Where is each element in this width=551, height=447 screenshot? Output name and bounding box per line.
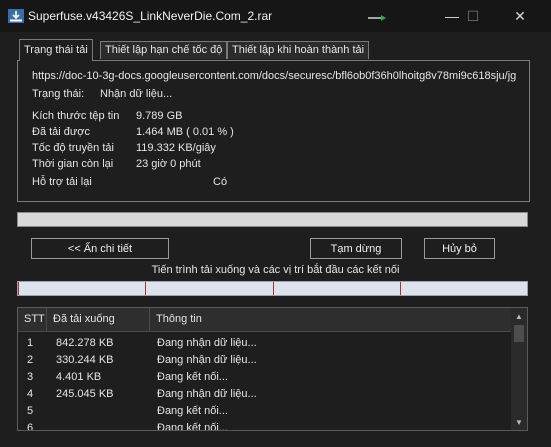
cell-index: 6 <box>27 422 34 431</box>
close-icon: ✕ <box>514 7 526 24</box>
cell-info: Đang kết nối... <box>157 422 228 431</box>
cell-downloaded: 842.278 KB <box>56 337 114 349</box>
connection-segments-bar <box>17 281 528 296</box>
segment-start-marker <box>272 282 274 295</box>
tab-speed-limit[interactable]: Thiết lập hạn chế tốc độ <box>100 41 228 59</box>
idm-app-icon <box>8 9 24 23</box>
scrollbar-thumb[interactable] <box>514 325 524 342</box>
close-button[interactable]: ✕ <box>500 4 540 28</box>
segment-start-marker <box>18 282 19 295</box>
segments-caption: Tiến trình tải xuống và các vị trí bắt đ… <box>151 264 400 276</box>
state-label: Trạng thái: <box>32 88 85 100</box>
downloaded-value: 1.464 MB ( 0.01 % ) <box>136 126 234 138</box>
window-title: Superfuse.v43426S_LinkNeverDie.Com_2.rar <box>28 9 273 23</box>
connections-table: STT Đã tải xuống Thông tin 1 842.278 KB Đa… <box>17 307 528 431</box>
cell-info: Đang kết nối... <box>157 405 228 417</box>
cell-info: Đang nhận dữ liệu... <box>157 354 257 366</box>
table-row[interactable]: 6 Đang kết nối... <box>18 420 511 431</box>
scroll-up-icon[interactable]: ▲ <box>511 308 527 324</box>
maximize-button[interactable]: ☐ <box>453 4 493 28</box>
cell-downloaded: 245.045 KB <box>56 388 114 400</box>
cell-downloaded: 4.401 KB <box>56 371 102 383</box>
download-url: https://doc-10-3g-docs.googleusercontent… <box>32 70 516 82</box>
column-header-index[interactable]: STT <box>18 308 47 331</box>
cell-index: 5 <box>27 405 34 417</box>
transfer-rate-value: 119.332 KB/giây <box>136 142 216 154</box>
state-value: Nhận dữ liệu... <box>100 88 173 100</box>
file-size-label: Kích thước tệp tin <box>32 110 120 122</box>
tab-on-complete[interactable]: Thiết lập khi hoàn thành tải <box>227 41 370 59</box>
cell-index: 2 <box>27 354 34 366</box>
vertical-scrollbar[interactable]: ▲ ▼ <box>511 308 527 430</box>
pause-button[interactable]: Tạm dừng <box>310 238 402 259</box>
table-row[interactable]: 2 330.244 KB Đang nhận dữ liệu... <box>18 352 511 369</box>
overall-progress-bar <box>17 212 528 227</box>
status-panel: https://doc-10-3g-docs.googleusercontent… <box>17 60 530 202</box>
title-bar: Superfuse.v43426S_LinkNeverDie.Com_2.rar… <box>0 0 551 32</box>
resume-support-label: Hỗ trợ tải lại <box>32 176 92 188</box>
resume-support-value: Có <box>213 176 228 188</box>
table-row[interactable]: 3 4.401 KB Đang kết nối... <box>18 369 511 386</box>
cancel-button[interactable]: Hủy bỏ <box>424 238 495 259</box>
column-header-info[interactable]: Thông tin <box>150 308 511 331</box>
cell-index: 3 <box>27 371 34 383</box>
table-header: STT Đã tải xuống Thông tin <box>18 308 511 332</box>
cell-info: Đang nhận dữ liệu... <box>157 337 257 349</box>
download-arrow-icon <box>368 15 386 21</box>
segment-start-marker <box>145 282 147 295</box>
column-header-downloaded[interactable]: Đã tải xuống <box>47 308 150 331</box>
time-left-label: Thời gian còn lại <box>32 158 114 170</box>
table-row[interactable]: 1 842.278 KB Đang nhận dữ liệu... <box>18 335 511 352</box>
cell-index: 1 <box>27 337 34 349</box>
table-row[interactable]: 5 Đang kết nối... <box>18 403 511 420</box>
hide-details-button[interactable]: << Ẩn chi tiết <box>31 238 169 259</box>
scroll-down-icon[interactable]: ▼ <box>511 414 527 430</box>
downloaded-label: Đã tải được <box>32 126 90 138</box>
segment-start-marker <box>399 282 401 295</box>
time-left-value: 23 giờ 0 phút <box>136 158 201 170</box>
cell-downloaded: 330.244 KB <box>56 354 114 366</box>
table-row[interactable]: 4 245.045 KB Đang nhận dữ liệu... <box>18 386 511 403</box>
cell-info: Đang kết nối... <box>157 371 228 383</box>
tab-download-status[interactable]: Trạng thái tải <box>19 39 93 61</box>
file-size-value: 9.789 GB <box>136 110 183 122</box>
cell-index: 4 <box>27 388 34 400</box>
maximize-icon: ☐ <box>466 7 480 24</box>
cell-info: Đang nhận dữ liệu... <box>157 388 257 400</box>
transfer-rate-label: Tốc độ truyền tải <box>32 142 114 154</box>
